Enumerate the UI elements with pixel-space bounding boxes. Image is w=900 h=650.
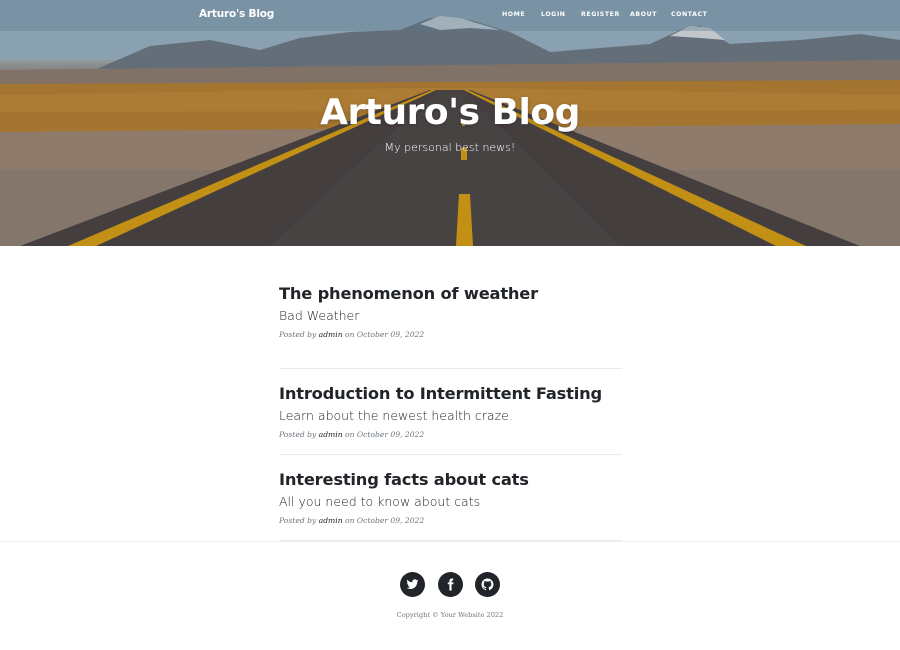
github-icon	[481, 578, 494, 591]
social-links	[400, 572, 500, 597]
page-title: Arturo's Blog	[320, 92, 580, 133]
post-author-link[interactable]: admin	[319, 430, 343, 439]
post-title-link[interactable]: The phenomenon of weather	[279, 283, 622, 305]
navbar-brand[interactable]: Arturo's Blog	[199, 8, 274, 20]
post-date: October 09, 2022	[356, 330, 425, 339]
copyright: Copyright © Your Website 2022	[396, 611, 504, 619]
twitter-button[interactable]	[400, 572, 425, 597]
post-meta-prefix: Posted by	[279, 430, 317, 439]
post-meta-prefix: Posted by	[279, 330, 317, 339]
post-meta-on: on	[345, 516, 355, 525]
facebook-button[interactable]	[438, 572, 463, 597]
post-title-link[interactable]: Introduction to Intermittent Fasting	[279, 383, 622, 405]
nav-link-contact[interactable]: CONTACT	[671, 11, 707, 18]
nav-link-register[interactable]: REGISTER	[581, 11, 620, 18]
footer-divider	[0, 541, 900, 542]
post-preview: Interesting facts about cats All you nee…	[279, 455, 622, 541]
post-subtitle: Learn about the newest health craze.	[279, 408, 513, 423]
post-meta-prefix: Posted by	[279, 516, 317, 525]
nav-link-home[interactable]: HOME	[502, 11, 525, 18]
post-meta-on: on	[345, 330, 355, 339]
post-date: October 09, 2022	[356, 516, 425, 525]
masthead: Arturo's Blog HOME LOGIN REGISTER ABOUT …	[0, 0, 900, 246]
top-navbar: Arturo's Blog HOME LOGIN REGISTER ABOUT …	[0, 0, 900, 31]
post-list: The phenomenon of weather Bad Weather Po…	[279, 283, 622, 541]
nav-link-login[interactable]: LOGIN	[541, 11, 566, 18]
post-title-link[interactable]: Interesting facts about cats	[279, 469, 622, 491]
post-subtitle: All you need to know about cats	[279, 494, 481, 509]
post-meta-on: on	[345, 430, 355, 439]
page-subtitle: My personal best news!	[384, 141, 516, 154]
post-subtitle: Bad Weather	[279, 308, 360, 323]
nav-link-about[interactable]: ABOUT	[630, 11, 657, 18]
post-preview: Introduction to Intermittent Fasting Lea…	[279, 369, 622, 455]
post-meta: Posted by admin on October 09, 2022	[279, 328, 622, 342]
post-author-link[interactable]: admin	[319, 330, 343, 339]
twitter-icon	[406, 579, 419, 589]
post-preview: The phenomenon of weather Bad Weather Po…	[279, 283, 622, 369]
post-date: October 09, 2022	[356, 430, 425, 439]
github-button[interactable]	[475, 572, 500, 597]
post-author-link[interactable]: admin	[319, 516, 343, 525]
facebook-icon	[447, 578, 454, 591]
post-meta: Posted by admin on October 09, 2022	[279, 514, 622, 528]
post-meta: Posted by admin on October 09, 2022	[279, 428, 622, 442]
